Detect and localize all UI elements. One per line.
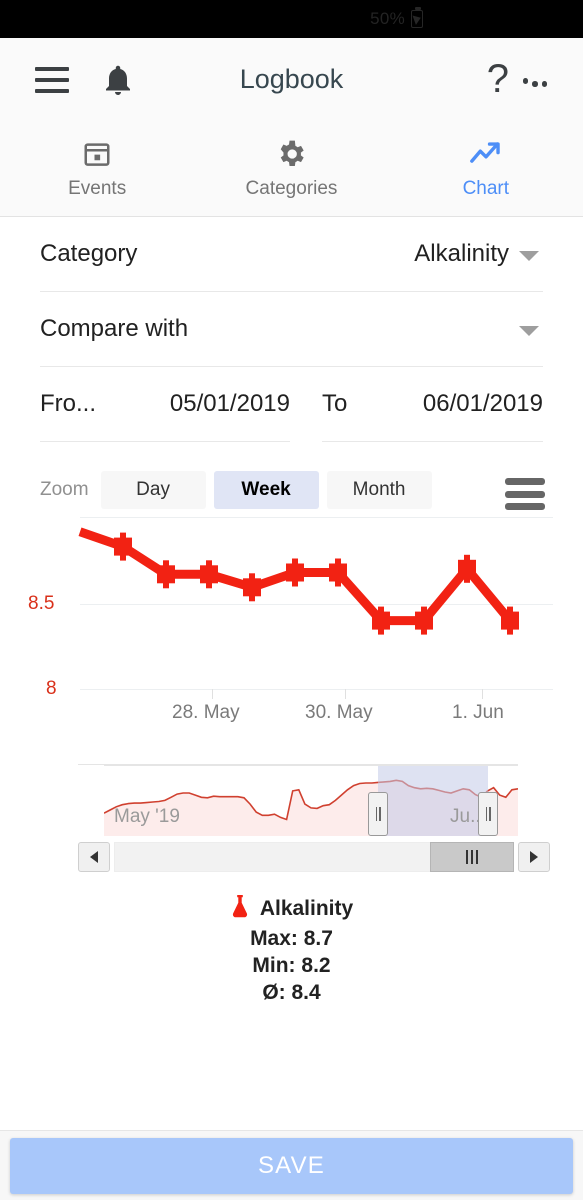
filter-form: Category Alkalinity Compare with Fro... … — [0, 217, 583, 442]
gear-icon — [275, 137, 307, 171]
compare-with-row[interactable]: Compare with — [40, 292, 543, 367]
navigator-left-handle[interactable] — [368, 792, 388, 836]
tab-events-label: Events — [68, 178, 127, 199]
chart-scrollbar[interactable] — [78, 842, 550, 872]
scrollbar-thumb[interactable] — [430, 842, 514, 872]
tab-bar: Events Categories Chart — [0, 121, 583, 217]
compare-with-label: Compare with — [40, 315, 189, 342]
footer-bar: SAVE — [0, 1130, 583, 1200]
status-bar-right: 50% — [370, 0, 423, 38]
chevron-down-icon[interactable] — [519, 251, 539, 261]
tab-categories[interactable]: Categories — [194, 121, 388, 216]
save-button[interactable]: SAVE — [10, 1137, 573, 1194]
navigator-month-label: May '19 — [114, 806, 180, 827]
legend-series-name: Alkalinity — [259, 897, 354, 920]
chart-container: Zoom Day Week Month 8.5 8 28. May 30. Ma… — [0, 454, 583, 1074]
app-bar: Logbook ? — [0, 38, 583, 121]
from-value: 05/01/2019 — [169, 390, 290, 417]
tab-chart-label: Chart — [462, 178, 510, 199]
status-bar: 50% — [0, 0, 583, 38]
legend-max: Max: 8.7 — [250, 927, 333, 950]
trending-up-icon — [469, 137, 503, 171]
zoom-button-day[interactable]: Day — [100, 471, 206, 509]
zoom-range-selector: Zoom Day Week Month — [40, 464, 563, 516]
zoom-label: Zoom — [40, 479, 89, 500]
chart-plot-area: 8.5 8 28. May 30. May 1. Jun — [0, 514, 583, 723]
legend-series-row[interactable]: Alkalinity — [0, 894, 583, 924]
from-label: Fro... — [40, 390, 97, 417]
to-value: 06/01/2019 — [422, 390, 543, 417]
scrollbar-right-button[interactable] — [518, 842, 550, 872]
tab-categories-label: Categories — [245, 178, 338, 199]
chart-context-menu-icon[interactable] — [505, 478, 545, 510]
date-range-row: Fro... 05/01/2019 To 06/01/2019 — [40, 367, 543, 442]
chart-navigator[interactable]: May '19 Ju... — [78, 764, 518, 836]
chevron-down-icon[interactable] — [519, 326, 539, 336]
category-label: Category — [40, 240, 138, 267]
alkalinity-line-series[interactable] — [0, 514, 583, 714]
flask-icon — [230, 894, 250, 924]
category-row[interactable]: Category Alkalinity — [40, 217, 543, 292]
kebab-menu-icon[interactable] — [521, 64, 549, 98]
tab-chart[interactable]: Chart — [389, 121, 583, 216]
arrow-right-icon — [530, 851, 538, 863]
legend-average: Ø: 8.4 — [262, 981, 321, 1004]
question-mark-icon[interactable]: ? — [487, 54, 509, 104]
zoom-button-week[interactable]: Week — [213, 471, 319, 509]
to-date-field[interactable]: To 06/01/2019 — [322, 367, 543, 442]
zoom-button-month[interactable]: Month — [326, 471, 432, 509]
from-date-field[interactable]: Fro... 05/01/2019 — [40, 367, 290, 442]
legend-min: Min: 8.2 — [252, 954, 331, 977]
screen-root: 50% Logbook ? Events Categories Chart Ca… — [0, 0, 583, 1200]
scrollbar-left-button[interactable] — [78, 842, 110, 872]
arrow-left-icon — [90, 851, 98, 863]
battery-charging-icon — [411, 7, 423, 28]
chart-legend: Alkalinity Max: 8.7 Min: 8.2 Ø: 8.4 — [0, 894, 583, 1005]
battery-percent-label: 50% — [370, 9, 405, 28]
navigator-right-handle[interactable] — [478, 792, 498, 836]
calendar-icon — [82, 137, 112, 171]
to-label: To — [322, 390, 348, 417]
tab-events[interactable]: Events — [0, 121, 194, 216]
